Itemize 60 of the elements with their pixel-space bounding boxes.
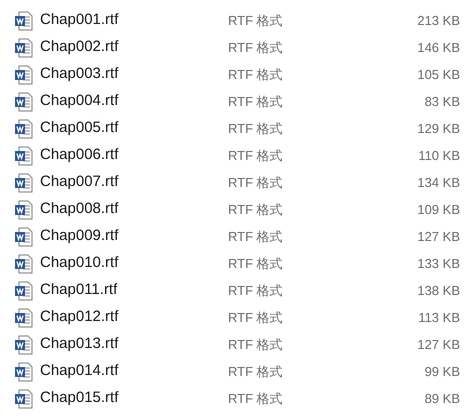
file-size: 127 KB — [416, 228, 460, 246]
document-icon — [14, 172, 34, 192]
file-name[interactable]: Chap010.rtf — [40, 252, 220, 275]
file-type: RTF 格式 — [227, 66, 284, 84]
document-icon — [14, 280, 34, 300]
file-name[interactable]: Chap002.rtf — [40, 36, 220, 59]
file-type: RTF 格式 — [227, 174, 284, 192]
file-type: RTF 格式 — [227, 38, 284, 57]
file-size: 134 KB — [416, 174, 460, 192]
document-icon — [14, 254, 34, 274]
document-icon — [14, 38, 34, 58]
file-type: RTF 格式 — [227, 228, 284, 246]
file-size: 138 KB — [416, 282, 460, 300]
file-size: 127 KB — [416, 336, 460, 354]
document-icon — [14, 64, 34, 84]
file-name[interactable]: Chap008.rtf — [40, 198, 220, 221]
file-type: RTF 格式 — [227, 12, 284, 30]
file-name[interactable]: Chap003.rtf — [40, 63, 220, 86]
document-icon — [14, 308, 34, 328]
file-name[interactable]: Chap012.rtf — [40, 306, 220, 329]
file-size: 146 KB — [416, 38, 460, 57]
file-name[interactable]: Chap005.rtf — [40, 117, 220, 140]
document-icon — [14, 362, 34, 382]
file-name[interactable]: Chap009.rtf — [40, 225, 220, 248]
file-size: 133 KB — [416, 254, 460, 273]
document-icon — [14, 334, 34, 354]
document-icon — [14, 10, 34, 30]
file-type: RTF 格式 — [227, 362, 284, 381]
file-size: 129 KB — [416, 120, 460, 138]
file-name[interactable]: Chap011.rtf — [40, 279, 220, 302]
file-type: RTF 格式 — [227, 254, 284, 273]
document-icon — [14, 226, 34, 246]
file-type: RTF 格式 — [227, 92, 284, 111]
file-type: RTF 格式 — [227, 120, 284, 138]
file-name[interactable]: Chap001.rtf — [40, 9, 220, 32]
document-icon — [14, 388, 34, 408]
document-icon — [14, 200, 34, 220]
file-size: 113 KB — [417, 308, 460, 327]
file-size: 105 KB — [416, 66, 460, 84]
document-icon — [14, 118, 34, 138]
document-icon — [14, 92, 34, 112]
file-type: RTF 格式 — [227, 390, 284, 408]
file-name[interactable]: Chap015.rtf — [40, 387, 220, 410]
file-size: 109 KB — [416, 200, 460, 219]
file-type: RTF 格式 — [227, 146, 284, 165]
file-name[interactable]: Chap014.rtf — [40, 360, 220, 383]
file-size: 110 KB — [417, 146, 460, 165]
file-type: RTF 格式 — [227, 336, 284, 354]
file-size: 83 KB — [424, 92, 460, 111]
file-name[interactable]: Chap013.rtf — [40, 333, 220, 356]
file-name[interactable]: Chap006.rtf — [40, 144, 220, 167]
file-size: 89 KB — [424, 390, 460, 408]
document-icon — [14, 146, 34, 166]
file-type: RTF 格式 — [227, 282, 284, 300]
file-size: 99 KB — [424, 362, 460, 381]
file-name[interactable]: Chap007.rtf — [40, 171, 220, 194]
file-size: 213 KB — [416, 12, 460, 30]
file-type: RTF 格式 — [227, 200, 284, 219]
file-name[interactable]: Chap004.rtf — [40, 90, 220, 113]
file-type: RTF 格式 — [227, 308, 284, 327]
